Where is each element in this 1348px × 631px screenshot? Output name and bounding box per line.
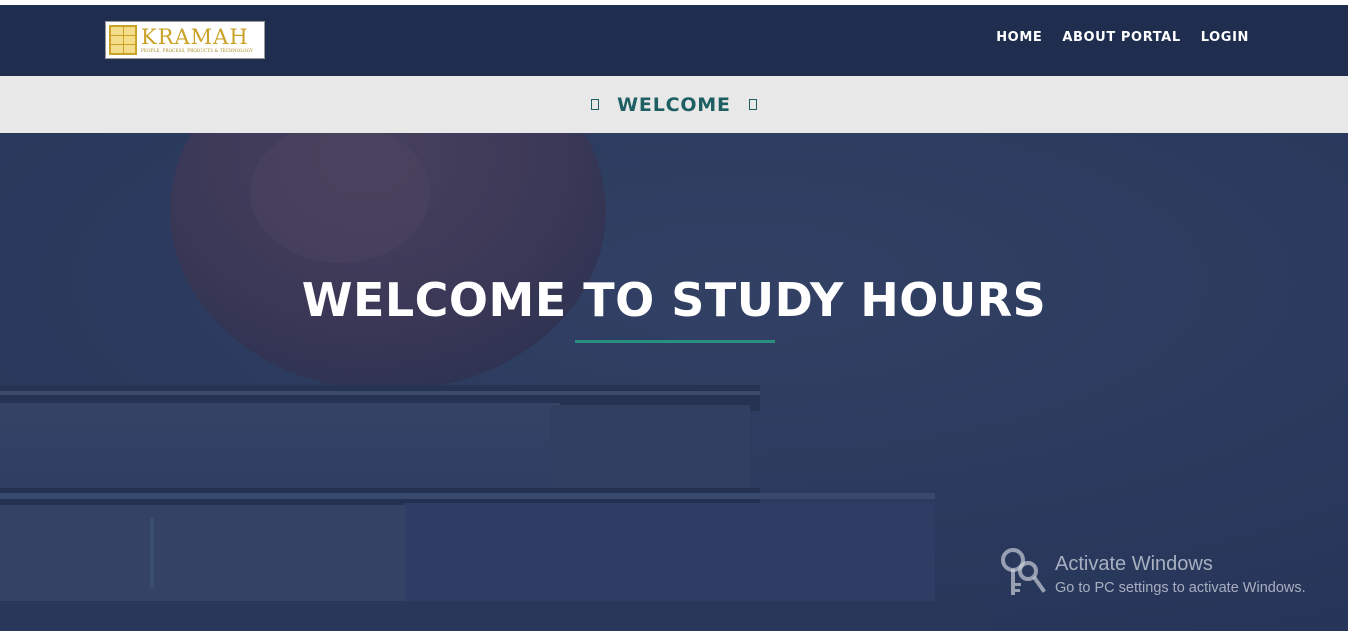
navbar: KRAMAH PEOPLE, PROCESS, PRODUCTS & TECHN…	[0, 5, 1348, 76]
page: KRAMAH PEOPLE, PROCESS, PRODUCTS & TECHN…	[0, 0, 1348, 631]
activate-windows-subtitle: Go to PC settings to activate Windows.	[1055, 580, 1306, 596]
welcome-bar: WELCOME	[0, 76, 1348, 133]
hero-banner: WELCOME TO STUDY HOURS Activate Windows …	[0, 133, 1348, 631]
hero-title-underline	[575, 340, 775, 343]
activate-windows-title: Activate Windows	[1055, 553, 1213, 575]
logo-emblem-icon	[109, 25, 137, 55]
logo-tagline: PEOPLE, PROCESS, PRODUCTS & TECHNOLOGY	[141, 47, 253, 53]
activate-windows-watermark: Activate Windows Go to PC settings to ac…	[1000, 547, 1330, 603]
nav-login[interactable]: LOGIN	[1201, 30, 1249, 45]
hero-title: WELCOME TO STUDY HOURS	[301, 273, 1047, 327]
missing-glyph-icon	[748, 99, 757, 110]
welcome-bar-title: WELCOME	[617, 93, 731, 116]
keys-icon	[1001, 548, 1046, 595]
logo-text: KRAMAH PEOPLE, PROCESS, PRODUCTS & TECHN…	[141, 24, 253, 53]
kramah-logo[interactable]: KRAMAH PEOPLE, PROCESS, PRODUCTS & TECHN…	[105, 21, 265, 59]
nav-about-portal[interactable]: ABOUT PORTAL	[1062, 30, 1180, 45]
missing-glyph-icon	[591, 99, 600, 110]
logo-word: KRAMAH	[141, 24, 249, 49]
main-nav: HOME ABOUT PORTAL LOGIN	[996, 30, 1249, 45]
welcome-bar-content: WELCOME	[587, 94, 761, 116]
nav-home[interactable]: HOME	[996, 30, 1042, 45]
